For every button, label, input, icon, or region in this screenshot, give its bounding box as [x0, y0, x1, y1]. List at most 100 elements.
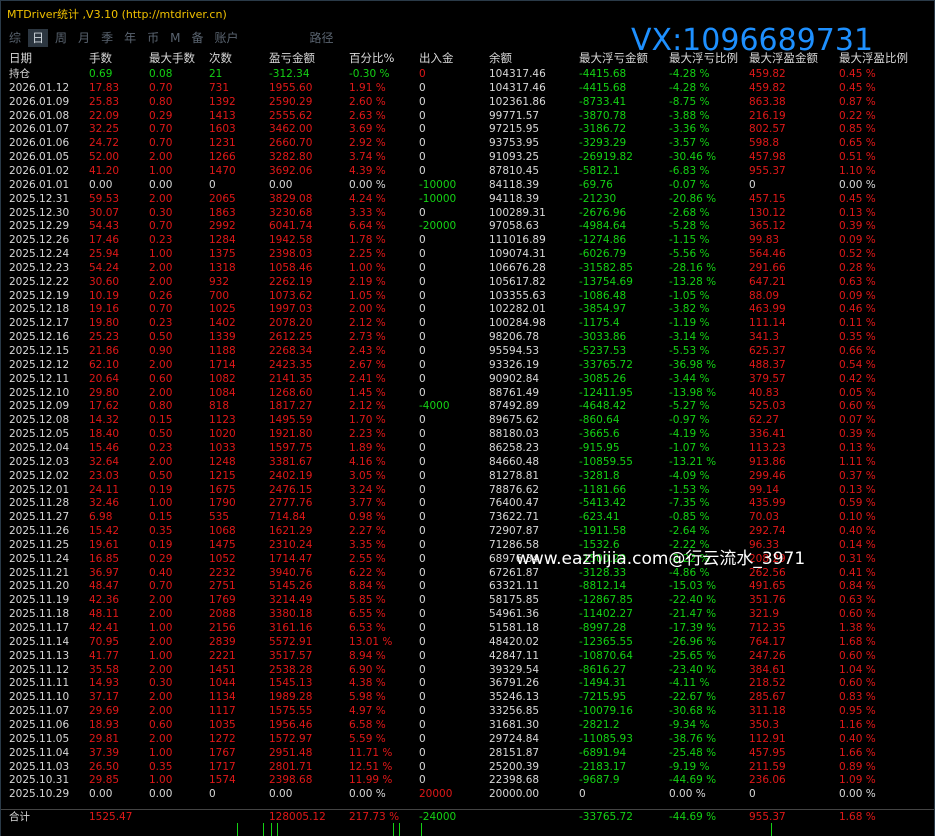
table-row[interactable]: 2026.01.02 41.20 1.00 1470 3692.06 4.39 % 0 878…	[1, 164, 934, 178]
cell-max-lots: 0.23	[149, 441, 173, 454]
table-row[interactable]: 2025.12.31 59.53 2.00 2065 3829.08 4.24 % -100…	[1, 192, 934, 206]
cell-max-lots: 0.23	[149, 234, 173, 247]
header-pnl: 盈亏金额	[269, 51, 315, 65]
table-row[interactable]: 2025.12.30 30.07 0.30 1863 3230.68 3.33 % 0 100…	[1, 206, 934, 220]
header-balance: 余额	[489, 51, 512, 65]
cell-deposit-withdraw: 0	[419, 95, 426, 108]
table-row[interactable]: 2025.12.17 19.80 0.23 1402 2078.20 2.12 % 0 100…	[1, 316, 934, 330]
table-row[interactable]: 2025.10.31 29.85 1.00 1574 2398.68 11.99 % 0 22…	[1, 773, 934, 787]
table-row[interactable]: 2025.11.07 29.69 2.00 1117 1575.55 4.97 % 0 332…	[1, 704, 934, 718]
table-row[interactable]: 2025.11.12 35.58 2.00 1451 2538.28 6.90 % 0 393…	[1, 663, 934, 677]
tab-7[interactable]: M	[166, 29, 184, 47]
cell-percent: 2.27 %	[349, 525, 386, 538]
cell-max-float-loss-pct: -13.28 %	[669, 275, 717, 288]
table-row[interactable]: 2025.12.04 15.46 0.23 1033 1597.75 1.89 % 0 862…	[1, 441, 934, 455]
cell-max-float-profit-pct: 0.22 %	[839, 109, 876, 122]
table-row[interactable]: 2025.11.19 42.36 2.00 1769 3214.49 5.85 % 0 581…	[1, 593, 934, 607]
cell-lots: 22.09	[89, 109, 120, 122]
cell-max-float-profit: 40.83	[749, 386, 780, 399]
table-row[interactable]: 2026.01.06 24.72 0.70 1231 2660.70 2.92 % 0 937…	[1, 136, 934, 150]
table-row[interactable]: 2025.12.08 14.32 0.15 1123 1495.59 1.70 % 0 896…	[1, 413, 934, 427]
cell-max-float-loss: -5413.42	[579, 497, 627, 510]
cell-max-float-profit: 913.86	[749, 455, 786, 468]
cell-max-float-profit-pct: 1.66 %	[839, 746, 876, 759]
table-row[interactable]: 2025.12.26 17.46 0.23 1284 1942.58 1.78 % 0 111…	[1, 233, 934, 247]
table-row[interactable]: 2025.11.11 14.93 0.30 1044 1545.13 4.38 % 0 367…	[1, 676, 934, 690]
cell-balance: 28151.87	[489, 746, 540, 759]
cell-max-float-loss: -5237.53	[579, 345, 627, 357]
cell-max-float-profit: 236.06	[749, 774, 786, 787]
table-row[interactable]: 2025.12.24 25.94 1.00 1375 2398.03 2.25 % 0 109…	[1, 247, 934, 261]
tab-4[interactable]: 季	[97, 29, 117, 47]
cell-max-float-loss: -2821.2	[579, 718, 620, 731]
table-row[interactable]: 2025.12.10 29.80 2.00 1084 1268.60 1.45 % 0 887…	[1, 386, 934, 400]
tab-3[interactable]: 月	[74, 29, 94, 47]
table-row[interactable]: 2025.12.16 25.23 0.50 1339 2612.25 2.73 % 0 982…	[1, 330, 934, 344]
table-row[interactable]: 2025.12.19 10.19 0.26 700 1073.62 1.05 % 0 1033…	[1, 289, 934, 303]
table-row[interactable]: 2025.11.14 70.95 2.00 2839 5572.91 13.01 % 0 48…	[1, 635, 934, 649]
table-row[interactable]: 2025.11.04 37.39 1.00 1767 2951.48 11.71 % 0 28…	[1, 746, 934, 760]
table-row[interactable]: 2026.01.12 17.83 0.70 731 1955.60 1.91 % 0 1043…	[1, 81, 934, 95]
table-row[interactable]: 2025.11.10 37.17 2.00 1134 1989.28 5.98 % 0 352…	[1, 690, 934, 704]
tab-6[interactable]: 币	[143, 29, 163, 47]
cell-date: 2025.11.03	[9, 760, 70, 773]
tab-5[interactable]: 年	[120, 29, 140, 47]
tab-2[interactable]: 周	[51, 29, 71, 47]
table-row[interactable]: 2025.11.28 32.46 1.00 1790 2777.76 3.77 % 0 764…	[1, 496, 934, 510]
cell-max-lots: 0.35	[149, 525, 173, 538]
table-row[interactable]: 2025.12.23 54.24 2.00 1318 1058.46 1.00 % 0 106…	[1, 261, 934, 275]
table-row[interactable]: 2025.12.11 20.64 0.60 1082 2141.35 2.41 % 0 909…	[1, 372, 934, 386]
tab-10[interactable]: 路径	[306, 29, 338, 47]
table-row[interactable]: 2025.12.22 30.60 2.00 932 2262.19 2.19 % 0 1056…	[1, 275, 934, 289]
table-row[interactable]: 2025.11.05 29.81 2.00 1272 1572.97 5.59 % 0 297…	[1, 732, 934, 746]
cell-max-float-loss-pct: -25.48 %	[669, 746, 717, 759]
cell-lots: 29.81	[89, 732, 120, 745]
cell-max-float-loss: -12411.95	[579, 386, 633, 399]
cell-deposit-withdraw: 0	[419, 511, 426, 524]
table-row[interactable]: 2025.11.18 48.11 2.00 2088 3380.18 6.55 % 0 549…	[1, 607, 934, 621]
cell-max-float-profit: 216.19	[749, 109, 786, 122]
table-row[interactable]: 2026.01.08 22.09 0.29 1413 2555.62 2.63 % 0 997…	[1, 109, 934, 123]
table-row[interactable]: 2025.12.02 23.03 0.50 1215 2402.19 3.05 % 0 812…	[1, 469, 934, 483]
cell-date: 2025.11.24	[9, 552, 70, 565]
cell-count: 2088	[209, 608, 236, 621]
table-row[interactable]: 2025.11.03 26.50 0.35 1717 2801.71 12.51 % 0 25…	[1, 760, 934, 774]
table-row[interactable]: 2025.12.01 24.11 0.19 1675 2476.15 3.24 % 0 788…	[1, 483, 934, 497]
table-row[interactable]: 2025.11.06 18.93 0.60 1035 1956.46 6.58 % 0 316…	[1, 718, 934, 732]
cell-deposit-withdraw: 0	[419, 386, 426, 399]
tab-9[interactable]: 账户	[210, 29, 242, 47]
tab-0[interactable]: 综	[5, 29, 25, 47]
tab-8[interactable]: 备	[187, 29, 207, 47]
cell-lots: 30.60	[89, 275, 120, 288]
cell-max-float-profit-pct: 0.60 %	[839, 677, 876, 690]
cell-pnl: 2538.28	[269, 663, 313, 676]
table-row[interactable]: 2025.10.29 0.00 0.00 0 0.00 0.00 % 20000 20000.…	[1, 787, 934, 801]
cell-max-lots: 0.80	[149, 400, 173, 413]
cell-count: 700	[209, 289, 230, 302]
tab-1[interactable]: 日	[28, 29, 49, 47]
table-row[interactable]: 2025.12.03 32.64 2.00 1248 3381.67 4.16 % 0 846…	[1, 455, 934, 469]
table-row[interactable]: 2025.12.12 62.10 2.00 1714 2423.35 2.67 % 0 933…	[1, 358, 934, 372]
table-row[interactable]: 2026.01.09 25.83 0.80 1392 2590.29 2.60 % 0 102…	[1, 95, 934, 109]
table-row[interactable]: 2025.12.15 21.86 0.90 1188 2268.34 2.43 % 0 955…	[1, 344, 934, 358]
table-row[interactable]: 2025.12.18 19.16 0.70 1025 1997.03 2.00 % 0 102…	[1, 302, 934, 316]
table-row[interactable]: 2025.11.17 42.41 1.00 2156 3161.16 6.53 % 0 515…	[1, 621, 934, 635]
cell-max-float-profit-pct: 1.11 %	[839, 455, 876, 468]
table-row[interactable]: 2026.01.05 52.00 2.00 1266 3282.80 3.74 % 0 910…	[1, 150, 934, 164]
table-row[interactable]: 2025.12.09 17.62 0.80 818 1817.27 2.12 % -4000…	[1, 399, 934, 413]
table-row[interactable]: 2025.12.29 54.43 0.70 2992 6041.74 6.64 % -200…	[1, 219, 934, 233]
table-row-holding[interactable]: 持仓 0.69 0.08 21 -312.34 -0.30 % 0 104317.46 -441…	[1, 67, 934, 81]
table-row[interactable]: 2025.11.26 15.42 0.35 1068 1621.29 2.27 % 0 729…	[1, 524, 934, 538]
table-row[interactable]: 2026.01.07 32.25 0.70 1603 3462.00 3.69 % 0 972…	[1, 122, 934, 136]
cell-pnl: 3829.08	[269, 192, 313, 205]
cell-count: 1392	[209, 95, 236, 108]
table-row[interactable]: 2025.12.05 18.40 0.50 1020 1921.80 2.23 % 0 881…	[1, 427, 934, 441]
table-row[interactable]: 2026.01.01 0.00 0.00 0 0.00 0.00 % -10000 84118…	[1, 178, 934, 192]
cell-pnl: 2476.15	[269, 483, 313, 496]
cell-deposit-withdraw: 0	[419, 691, 426, 704]
cell-date: 2026.01.06	[9, 137, 70, 150]
table-row[interactable]: 2025.11.27 6.98 0.15 535 714.84 0.98 % 0 73622.…	[1, 510, 934, 524]
table-row[interactable]: 2025.11.13 41.77 1.00 2221 3517.57 8.94 % 0 428…	[1, 649, 934, 663]
cell-percent: 2.60 %	[349, 95, 386, 108]
table-row[interactable]: 2025.11.20 48.47 0.70 2751 5145.26 8.84 % 0 633…	[1, 579, 934, 593]
